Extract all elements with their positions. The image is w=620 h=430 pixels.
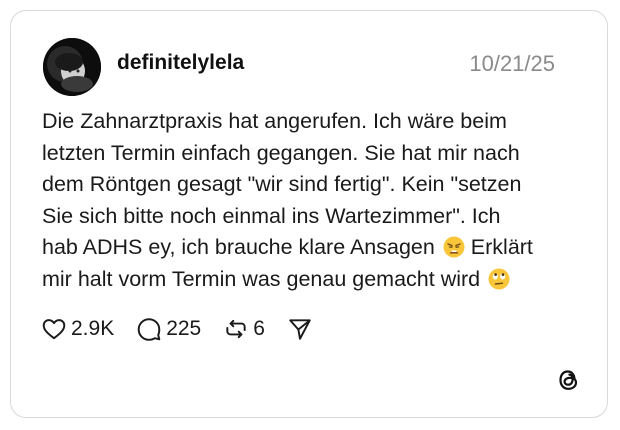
- repost-icon: [226, 319, 246, 339]
- like-count: 2.9K: [71, 317, 115, 340]
- send-icon: [289, 319, 311, 340]
- username[interactable]: definitelylela: [117, 51, 244, 75]
- reply-count: 225: [166, 317, 202, 340]
- post-text: Die Zahnarztpraxis hat angerufen. Ich wä…: [42, 106, 562, 295]
- comment-icon: [137, 318, 161, 341]
- heart-icon: [42, 319, 66, 340]
- post-card[interactable]: definitelylela 10/21/25 Die Zahnarztprax…: [10, 10, 608, 418]
- repost-button[interactable]: 6: [223, 316, 265, 342]
- like-button[interactable]: 2.9K: [41, 316, 114, 342]
- weary-face-emoji: [443, 236, 465, 258]
- avatar[interactable]: [43, 38, 101, 96]
- eye-roll-emoji: [488, 268, 510, 289]
- post-date: 10/21/25: [469, 51, 555, 76]
- threads-logo-icon[interactable]: [554, 365, 584, 395]
- repost-count: 6: [253, 317, 265, 340]
- post-actions: 2.9K 225 6: [41, 314, 335, 344]
- share-button[interactable]: [287, 316, 313, 342]
- reply-button[interactable]: 225: [136, 316, 201, 342]
